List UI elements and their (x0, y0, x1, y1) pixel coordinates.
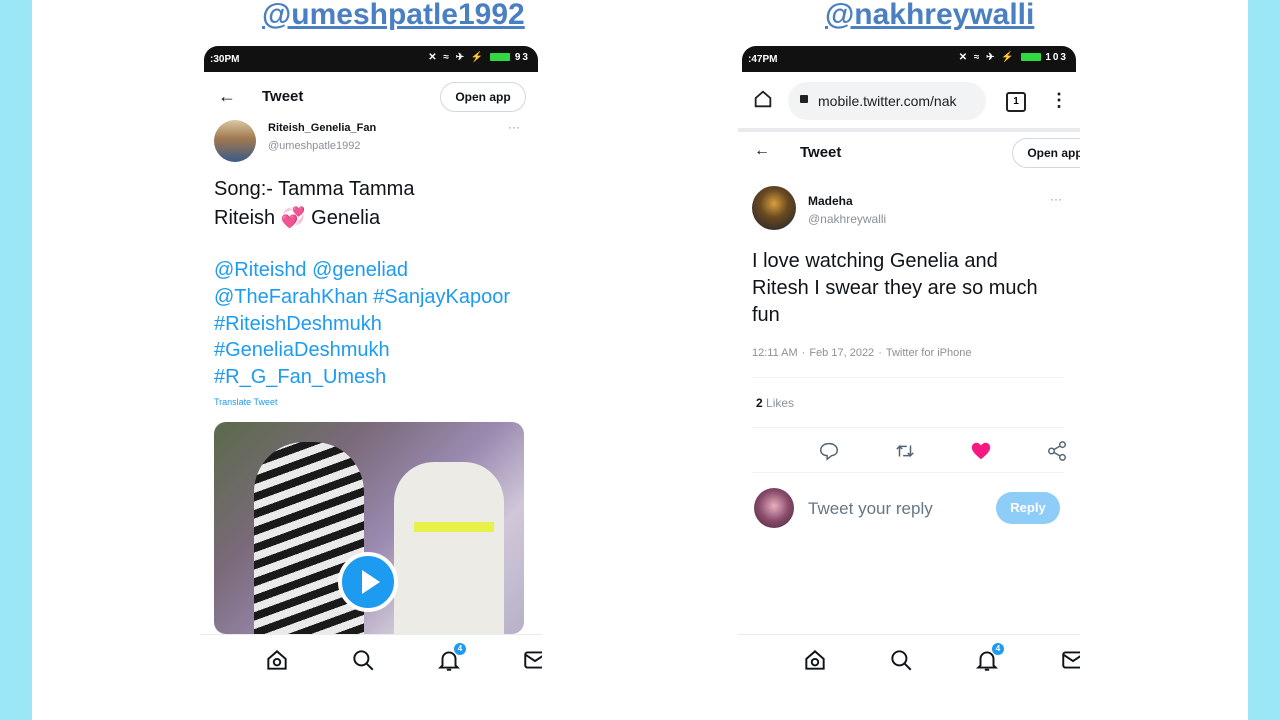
left-status-bar: :30PM ✕ ≈ ✈ ⚡ 93 (204, 46, 538, 72)
battery-level: 103 (1045, 52, 1068, 63)
open-app-button[interactable]: Open app (440, 82, 526, 112)
right-phone-screenshot: :47PM ✕ ≈ ✈ ⚡ 103 mobile.twitter.com/nak… (738, 46, 1080, 686)
tweet-text-line3: fun (752, 304, 780, 326)
author-handle[interactable]: @umeshpatle1992 (268, 140, 361, 152)
mail-icon[interactable] (1060, 647, 1080, 673)
tweet-time: 12:11 AM (752, 347, 798, 359)
translate-tweet-link[interactable]: Translate Tweet (214, 397, 278, 407)
play-icon (362, 570, 380, 594)
bell-icon[interactable]: 4 (436, 643, 466, 673)
back-arrow-icon[interactable]: ← (754, 142, 770, 160)
play-button[interactable] (338, 552, 398, 612)
status-icons: ✕ ≈ ✈ ⚡ 93 (428, 52, 530, 63)
tweet-hashtag-line4[interactable]: #GeneliaDeshmukh (214, 339, 390, 362)
video-highlight-stripe (414, 522, 494, 532)
likes-divider (752, 427, 1064, 428)
browser-divider (738, 128, 1080, 132)
header-title: Tweet (800, 144, 842, 161)
battery-level: 93 (514, 52, 530, 63)
status-icon-group: ✕ ≈ ✈ ⚡ (428, 52, 486, 63)
tweet-source[interactable]: Twitter for iPhone (886, 347, 972, 359)
open-app-button[interactable]: Open app (1012, 138, 1080, 168)
actions-divider (752, 472, 1064, 473)
tweet-mentions-line2[interactable]: @TheFarahKhan #SanjayKapoor (214, 286, 510, 309)
right-status-bar: :47PM ✕ ≈ ✈ ⚡ 103 (742, 46, 1076, 72)
bell-icon[interactable]: 4 (974, 643, 1004, 673)
article-panel: @umeshpatle1992 :30PM ✕ ≈ ✈ ⚡ 93 ← Tweet… (32, 0, 1248, 720)
tweet-text-line1: I love watching Genelia and (752, 250, 998, 272)
notification-badge: 4 (992, 643, 1004, 655)
header-title: Tweet (262, 88, 304, 105)
left-phone-screenshot: :30PM ✕ ≈ ✈ ⚡ 93 ← Tweet Open app Riteis… (200, 46, 542, 686)
status-icon-group: ✕ ≈ ✈ ⚡ (958, 52, 1016, 63)
tweet-text-line1: Song:- Tamma Tamma (214, 178, 415, 200)
author-avatar[interactable] (752, 186, 796, 230)
share-icon[interactable] (1046, 440, 1068, 462)
tweet-meta: 12:11 AM · Feb 17, 2022 · Twitter for iPhone (752, 347, 972, 359)
meta-divider (752, 377, 1064, 378)
status-time: :30PM (210, 54, 240, 65)
reply-button[interactable]: Reply (996, 492, 1060, 524)
tab-switcher-button[interactable]: 1 (1006, 92, 1026, 112)
author-avatar[interactable] (214, 120, 256, 162)
notification-badge: 4 (454, 643, 466, 655)
left-handle-heading[interactable]: @umeshpatle1992 (262, 0, 525, 32)
like-icon[interactable] (970, 440, 992, 462)
likes-stat[interactable]: 2 Likes (756, 396, 794, 410)
reply-icon[interactable] (818, 440, 840, 462)
reply-input[interactable]: Tweet your reply (808, 499, 933, 519)
status-time: :47PM (748, 54, 778, 65)
likes-label: Likes (766, 396, 795, 410)
right-handle-heading[interactable]: @nakhreywalli (825, 0, 1034, 32)
browser-url[interactable]: mobile.twitter.com/nak (818, 93, 957, 109)
browser-address-bar[interactable]: mobile.twitter.com/nak (788, 82, 986, 120)
likes-count: 2 (756, 396, 763, 410)
tweet-hashtag-line3[interactable]: #RiteishDeshmukh (214, 313, 382, 336)
battery-icon (1020, 53, 1041, 62)
bottom-nav-bar: 4 (738, 634, 1080, 685)
video-figure-man (394, 462, 504, 634)
author-name[interactable]: Riteish_Genelia_Fan (268, 122, 376, 134)
home-icon[interactable] (264, 647, 290, 673)
tweet-text-line2: Ritesh I swear they are so much (752, 277, 1038, 299)
bottom-nav-bar: 4 (200, 634, 542, 685)
browser-home-icon[interactable] (752, 88, 774, 110)
tweet-mentions-line1[interactable]: @Riteishd @geneliad (214, 259, 408, 282)
reply-avatar (754, 488, 794, 528)
tweet-text-line2: Riteish 💞 Genelia (214, 207, 381, 229)
home-icon[interactable] (802, 647, 828, 673)
battery-icon (490, 53, 511, 62)
more-options-icon[interactable]: ··· (1050, 192, 1062, 206)
tab-count: 1 (1013, 96, 1019, 107)
back-arrow-icon[interactable]: ← (218, 86, 236, 107)
tweet-date: Feb 17, 2022 (809, 347, 875, 359)
browser-menu-icon[interactable]: ⋮ (1050, 90, 1068, 111)
tweet-hashtag-line5[interactable]: #R_G_Fan_Umesh (214, 366, 386, 389)
more-options-icon[interactable]: ··· (508, 120, 520, 134)
search-icon[interactable] (350, 647, 376, 673)
author-name[interactable]: Madeha (808, 194, 853, 208)
author-handle[interactable]: @nakhreywalli (808, 212, 886, 226)
retweet-icon[interactable] (894, 440, 916, 462)
status-icons: ✕ ≈ ✈ ⚡ 103 (959, 52, 1068, 63)
lock-icon (800, 95, 808, 103)
video-thumbnail[interactable] (214, 422, 524, 634)
search-icon[interactable] (888, 647, 914, 673)
mail-icon[interactable] (522, 647, 542, 673)
